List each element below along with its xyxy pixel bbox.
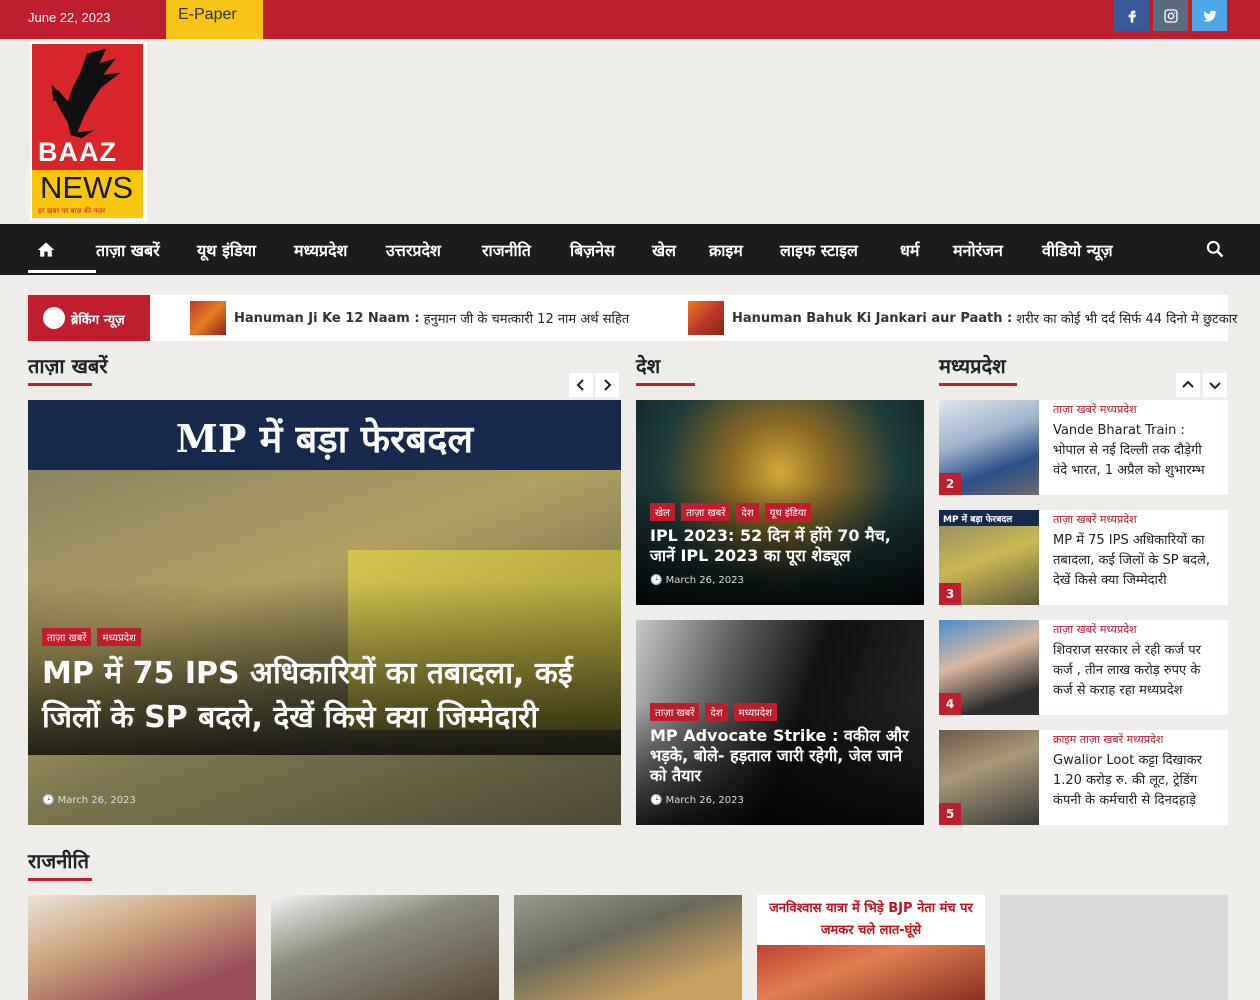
breaking-news-thumbnail (190, 301, 226, 335)
main-nav: ताज़ा खबरें यूथ इंडिया मध्यप्रदेश उत्तरप… (0, 224, 1260, 275)
politics-article-card[interactable] (271, 895, 499, 1000)
article-title: IPL 2023: 52 दिन में होंगे 70 मैच, जानें… (650, 526, 891, 565)
ad-placeholder (1000, 895, 1228, 1000)
rank-badge: 5 (939, 803, 961, 825)
chevron-up-icon (1182, 380, 1194, 388)
chevron-down-icon (1209, 382, 1221, 390)
epaper-link[interactable]: E-Paper (166, 0, 263, 39)
list-item[interactable]: 5 क्राइम ताज़ा खबरें मध्यप्रदेश Gwalior … (939, 730, 1228, 825)
scroll-up-button[interactable] (1176, 373, 1200, 397)
nav-item-youth-india[interactable]: यूथ इंडिया (197, 239, 256, 261)
article-tags: ताज़ा खबरें देश मध्यप्रदेश (650, 703, 777, 721)
rank-badge: 4 (939, 693, 961, 715)
logo-baaz-text: BAAZ (38, 137, 117, 167)
search-button[interactable] (1205, 239, 1225, 263)
facebook-icon[interactable] (1114, 0, 1149, 31)
top-bar: June 22, 2023 E-Paper (0, 0, 1260, 39)
featured-image-banner: MP में बड़ा फेरबदल (28, 400, 621, 470)
list-item[interactable]: 2 ताज़ा खबरें मध्यप्रदेश Vande Bharat Tr… (939, 400, 1228, 495)
instagram-icon[interactable] (1153, 0, 1188, 31)
category-badge[interactable]: यूथ इंडिया (764, 503, 812, 521)
article-tags: खेल ताज़ा खबरें देश यूथ इंडिया (650, 503, 812, 521)
nav-item-entertainment[interactable]: मनोरंजन (953, 239, 1003, 261)
prev-button[interactable] (569, 373, 593, 397)
logo-news-text: NEWS (40, 170, 133, 205)
category-badge[interactable]: देश (705, 703, 728, 721)
site-logo[interactable]: BAAZ NEWS हर खबर पर बाज़ की नज़र (30, 42, 147, 221)
next-button[interactable] (595, 373, 619, 397)
list-item-title: Vande Bharat Train : भोपाल से नई दिल्ली … (1053, 423, 1205, 478)
category-badge[interactable]: ताज़ा खबरें (680, 503, 731, 521)
list-item-title: Gwalior Loot कट्टा दिखाकर 1.20 करोड़ रु.… (1053, 753, 1202, 808)
section-title-mp: मध्यप्रदेश (939, 354, 1006, 378)
list-item-categories: ताज़ा खबरें मध्यप्रदेश (1053, 403, 1137, 416)
list-item[interactable]: MP में बड़ा फेरबदल 3 ताज़ा खबरें मध्यप्र… (939, 510, 1228, 605)
category-badge[interactable]: देश (736, 503, 759, 521)
nav-item-latest[interactable]: ताज़ा खबरें (96, 239, 160, 261)
section-underline (636, 383, 695, 386)
category-badge[interactable]: मध्यप्रदेश (733, 703, 777, 721)
featured-article[interactable]: MP में बड़ा फेरबदल ताज़ा खबरें मध्यप्रदे… (28, 400, 621, 825)
category-badge[interactable]: ताज़ा खबरें (650, 703, 700, 721)
article-title: MP Advocate Strike : वकील और भड़के, बोले… (650, 726, 909, 785)
current-date: June 22, 2023 (28, 10, 111, 25)
article-date: 🕒 March 26, 2023 (42, 795, 136, 806)
rank-badge: 2 (939, 473, 961, 495)
nav-item-business[interactable]: बिज़नेस (570, 239, 615, 261)
home-icon (37, 242, 55, 257)
category-badge[interactable]: खेल (650, 503, 675, 521)
article-image-caption: जनविश्वास यात्रा में भिड़े BJP नेता मंच … (757, 895, 985, 943)
article-tags: ताज़ा खबरें मध्यप्रदेश (42, 628, 141, 646)
politics-article-card[interactable]: जनविश्वास यात्रा में भिड़े BJP नेता मंच … (757, 895, 985, 1000)
nav-item-crime[interactable]: क्राइम (709, 239, 743, 261)
politics-article-card[interactable] (28, 895, 256, 1000)
home-button[interactable] (28, 224, 96, 275)
country-article-card[interactable]: ताज़ा खबरें देश मध्यप्रदेश MP Advocate S… (636, 620, 924, 825)
list-item-title: शिवराज सरकार ले रही कर्ज पर कर्ज , तीन ल… (1053, 643, 1201, 698)
live-dot-icon (43, 307, 65, 329)
list-item-categories: ताज़ा खबरें मध्यप्रदेश (1053, 513, 1137, 526)
section-underline (28, 383, 92, 386)
article-date: 🕒 March 26, 2023 (650, 795, 744, 806)
twitter-icon[interactable] (1192, 0, 1227, 31)
nav-item-uttar-pradesh[interactable]: उत्तरप्रदेश (386, 239, 441, 261)
section-title-latest: ताज़ा खबरें (28, 354, 108, 378)
nav-item-lifestyle[interactable]: लाइफ स्टाइल (780, 239, 858, 261)
active-indicator (28, 270, 96, 273)
nav-item-religion[interactable]: धर्म (900, 239, 919, 261)
breaking-news-bar: ब्रेकिंग न्यूज़ Hanuman Ji Ke 12 Naam :ह… (28, 295, 1237, 341)
rank-badge: 3 (939, 583, 961, 605)
country-article-card[interactable]: खेल ताज़ा खबरें देश यूथ इंडिया IPL 2023:… (636, 400, 924, 605)
list-item-title: MP में 75 IPS अधिकारियों का तबादला, कई ज… (1053, 533, 1210, 588)
nav-item-video-news[interactable]: वीडियो न्यूज़ (1042, 239, 1113, 261)
section-title-politics: राजनीति (28, 849, 90, 873)
section-underline (28, 878, 92, 881)
chevron-left-icon (576, 379, 584, 391)
section-underline (939, 383, 1017, 386)
breaking-news-item[interactable]: Hanuman Ji Ke 12 Naam : हनुमान जी के चमत्… (190, 301, 629, 335)
section-title-country: देश (636, 354, 661, 378)
politics-article-card[interactable] (514, 895, 742, 1000)
category-badge[interactable]: मध्यप्रदेश (97, 628, 141, 646)
scroll-down-button[interactable] (1203, 373, 1227, 397)
article-date: 🕒 March 26, 2023 (650, 575, 744, 586)
category-badge[interactable]: ताज़ा खबरें (42, 628, 92, 646)
breaking-news-label: ब्रेकिंग न्यूज़ (28, 295, 150, 341)
logo-tagline: हर खबर पर बाज़ की नज़र (38, 207, 106, 215)
list-item-categories: क्राइम ताज़ा खबरें मध्यप्रदेश (1053, 733, 1164, 746)
eagle-icon (51, 48, 121, 139)
nav-item-madhya-pradesh[interactable]: मध्यप्रदेश (294, 239, 347, 261)
search-icon (1206, 240, 1224, 258)
featured-title: MP में 75 IPS अधिकारियों का तबादला, कई ज… (42, 656, 573, 735)
nav-item-politics[interactable]: राजनीति (482, 239, 531, 261)
breaking-news-thumbnail (688, 301, 724, 335)
nav-item-sports[interactable]: खेल (652, 239, 676, 261)
list-item[interactable]: 4 ताज़ा खबरें मध्यप्रदेश शिवराज सरकार ले… (939, 620, 1228, 715)
breaking-news-item[interactable]: Hanuman Bahuk Ki Jankari aur Paath : शरीर… (688, 301, 1237, 335)
list-item-categories: ताज़ा खबरें मध्यप्रदेश (1053, 623, 1137, 636)
chevron-right-icon (604, 379, 612, 391)
